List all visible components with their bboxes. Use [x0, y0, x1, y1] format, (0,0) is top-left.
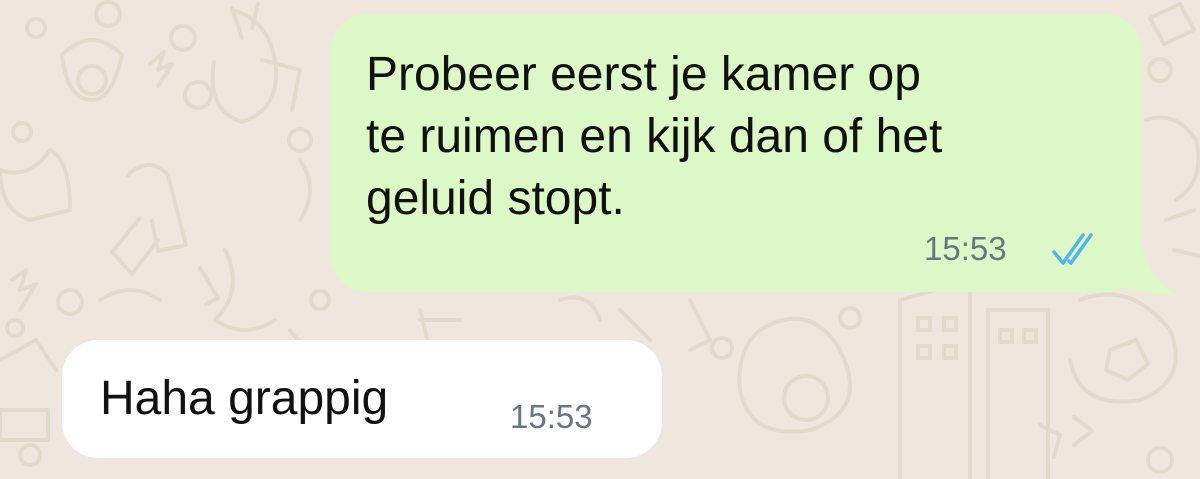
outgoing-message-bubble[interactable]: Probeer eerst je kamer op te ruimen en k…: [330, 14, 1142, 292]
outgoing-message-text: Probeer eerst je kamer op te ruimen en k…: [366, 48, 943, 225]
outgoing-message-time: 15:53: [924, 230, 1007, 267]
incoming-message-text: Haha grappig: [100, 372, 389, 425]
incoming-message-time: 15:53: [510, 398, 593, 435]
double-check-read-icon: [1052, 233, 1093, 265]
incoming-message-bubble[interactable]: Haha grappig 15:53: [62, 340, 662, 458]
outgoing-bubble-tail: [1118, 246, 1180, 296]
